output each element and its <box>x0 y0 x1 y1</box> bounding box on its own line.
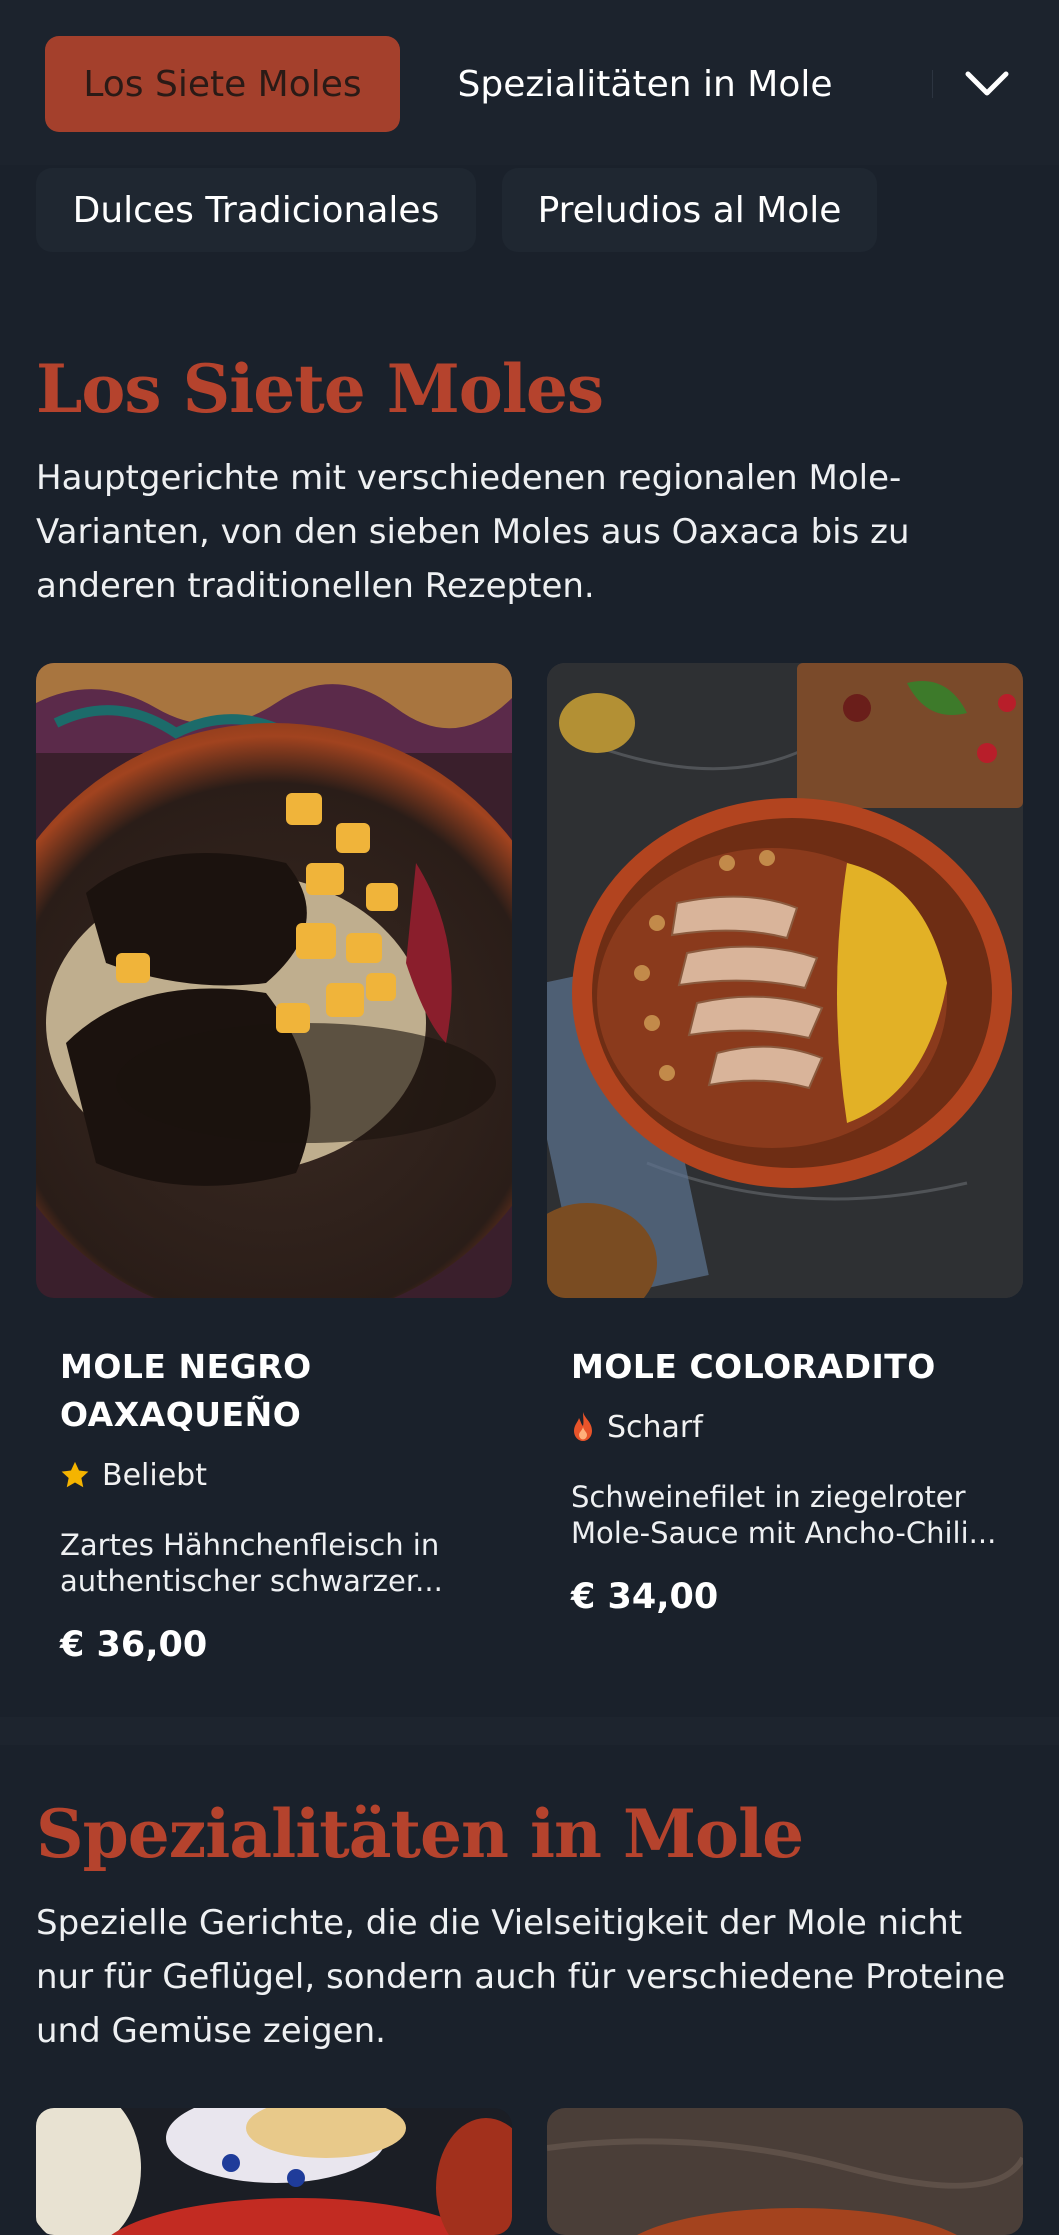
menu-item-card[interactable] <box>36 2108 512 2235</box>
tag-label: Scharf <box>607 1409 703 1445</box>
dish-name: MOLE COLORADITO <box>571 1347 936 1386</box>
dish-name: MOLE NEGRO OAXAQUEÑO <box>60 1347 312 1434</box>
dish-photo <box>36 2108 512 2235</box>
dish-description: Schweinefilet in ziegelroter Mole-Sauce … <box>571 1480 997 1550</box>
nav-divider <box>932 70 933 98</box>
dish-photo-mole-coloradito <box>547 663 1023 1298</box>
section-title-los-siete-moles: Los Siete Moles <box>36 350 604 428</box>
dish-photo <box>547 2108 1023 2235</box>
tag-label: Beliebt <box>102 1457 207 1493</box>
category-nav: Los Siete Moles Spezialitäten in Mole <box>0 0 1059 165</box>
section-title-spezialitaeten: Spezialitäten in Mole <box>36 1795 804 1873</box>
menu-item-card[interactable]: MOLE COLORADITO Scharf Schweinefilet in … <box>547 663 1023 1643</box>
flame-icon <box>571 1411 595 1443</box>
tab-dulces-tradicionales[interactable]: Dulces Tradicionales <box>36 168 476 252</box>
menu-item-card[interactable] <box>547 2108 1023 2235</box>
dish-photo-mole-negro <box>36 663 512 1298</box>
tab-spezialitaeten-in-mole[interactable]: Spezialitäten in Mole <box>440 36 850 132</box>
section-description: Spezielle Gerichte, die die Vielseitigke… <box>36 1903 1006 2051</box>
star-icon <box>60 1460 90 1490</box>
chevron-down-icon[interactable] <box>955 52 1019 116</box>
tab-preludios-al-mole[interactable]: Preludios al Mole <box>502 168 877 252</box>
section-divider <box>0 1717 1059 1745</box>
dish-price: € 34,00 <box>571 1577 719 1617</box>
dish-description: Zartes Hähnchenfleisch in authentischer … <box>60 1528 443 1598</box>
menu-item-card[interactable]: MOLE NEGRO OAXAQUEÑO Beliebt Zartes Hähn… <box>36 663 512 1683</box>
section-description: Hauptgerichte mit verschiedenen regional… <box>36 458 910 606</box>
dish-price: € 36,00 <box>60 1625 208 1665</box>
tab-los-siete-moles[interactable]: Los Siete Moles <box>45 36 400 132</box>
tag-beliebt: Beliebt <box>60 1455 207 1495</box>
tag-scharf: Scharf <box>571 1407 703 1447</box>
